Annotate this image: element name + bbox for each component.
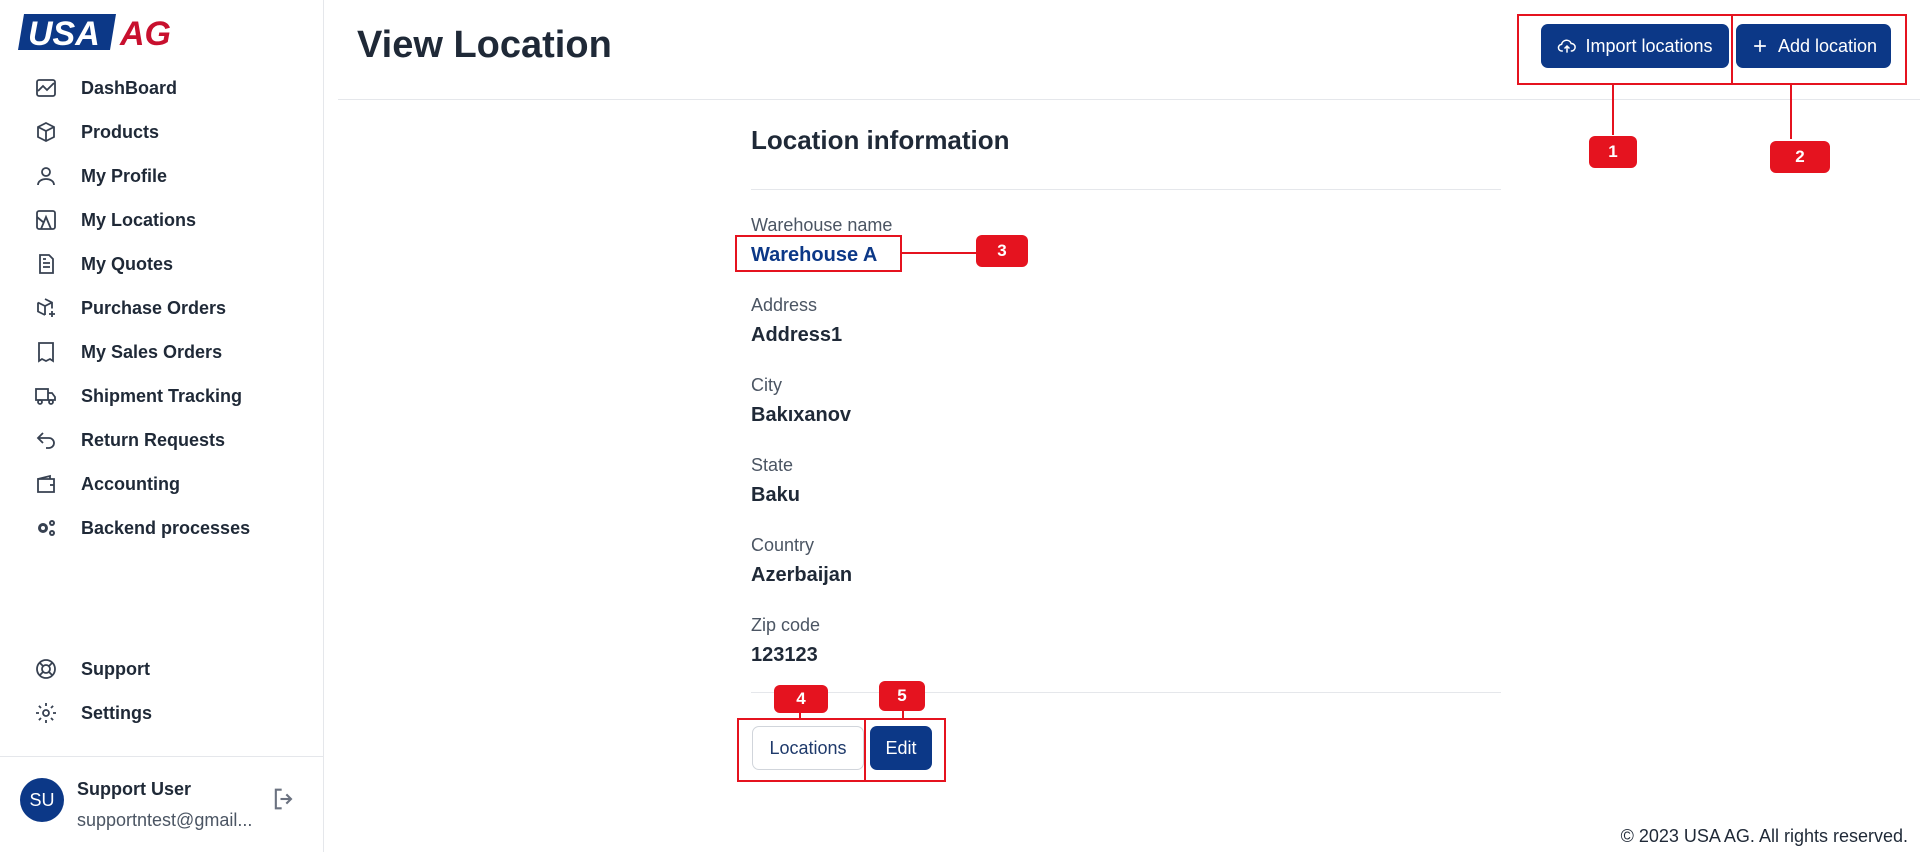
annotation-badge-5: 5 [879,681,925,711]
sidebar-item-label: Purchase Orders [81,297,227,318]
annotation-box-2 [1731,14,1907,85]
state-value: Baku [751,484,800,506]
chart-line-icon [33,75,59,101]
sidebar-item-my-profile[interactable]: My Profile [0,154,324,198]
annotation-box-1 [1517,14,1733,85]
sidebar-item-label: Return Requests [81,429,226,450]
city-label: City [751,375,782,395]
sidebar-item-label: Support [81,658,150,679]
user-panel: SU Support User supportntest@gmail... [0,756,324,852]
sidebar-item-return-requests[interactable]: Return Requests [0,418,324,462]
logout-icon[interactable] [270,785,298,813]
annotation-line-2 [1790,85,1792,139]
sidebar-item-backend-processes[interactable]: Backend processes [0,506,324,550]
address-value: Address1 [751,324,843,346]
sidebar-item-purchase-orders[interactable]: Purchase Orders [0,286,324,330]
header-divider [338,99,1920,100]
annotation-badge-1: 1 [1589,136,1637,168]
user-name: Support User [77,779,192,799]
warehouse-name-label: Warehouse name [751,215,893,235]
map-icon [33,207,59,233]
annotation-badge-3: 3 [976,235,1028,267]
avatar[interactable]: SU [20,778,64,822]
sidebar-item-products[interactable]: Products [0,110,324,154]
annotation-box-4 [737,718,866,782]
sidebar-item-label: Backend processes [81,517,251,538]
section-title: Location information [751,125,1010,155]
annotation-line-3 [902,252,976,254]
sidebar-item-my-quotes[interactable]: My Quotes [0,242,324,286]
box-icon [33,119,59,145]
app-root: USA AG DashBoard Products My Profile My … [0,0,1920,852]
logo-text-ag: AG [119,15,171,52]
annotation-badge-4: 4 [774,685,828,713]
section-divider-top [751,189,1501,190]
zip-code-label: Zip code [751,615,821,635]
sidebar-nav: DashBoard Products My Profile My Locatio… [0,66,324,550]
annotation-box-3 [735,235,902,272]
undo-icon [33,427,59,453]
annotation-line-1 [1612,85,1614,135]
page-title: View Location [357,24,612,66]
zip-code-value: 123123 [751,644,818,666]
sidebar-item-settings[interactable]: Settings [0,691,324,735]
sidebar-item-label: My Quotes [81,253,174,274]
annotation-badge-2: 2 [1770,141,1830,173]
country-value: Azerbaijan [751,564,853,586]
sidebar-item-label: My Profile [81,165,168,186]
country-label: Country [751,535,815,555]
sidebar-item-dashboard[interactable]: DashBoard [0,66,324,110]
state-label: State [751,455,794,475]
sidebar-item-support[interactable]: Support [0,647,324,691]
user-email: supportntest@gmail... [77,810,253,830]
truck-icon [33,383,59,409]
section-divider-bottom [751,692,1501,693]
sidebar: USA AG DashBoard Products My Profile My … [0,0,324,852]
annotation-box-5 [864,718,946,782]
footer-copyright: © 2023 USA AG. All rights reserved. [1620,826,1908,846]
address-label: Address [751,295,818,315]
usa-ag-logo[interactable]: USA AG [18,12,184,52]
sidebar-item-label: DashBoard [81,77,178,98]
wallet-icon [33,471,59,497]
box-plus-icon [33,295,59,321]
sidebar-item-label: Shipment Tracking [81,385,243,406]
lifebuoy-icon [33,656,59,682]
city-value: Bakıxanov [751,404,852,426]
sidebar-item-label: Products [81,121,160,142]
sidebar-item-label: My Locations [81,209,197,230]
sidebar-bottom-nav: Support Settings [0,647,324,735]
sidebar-item-accounting[interactable]: Accounting [0,462,324,506]
gears-icon [33,515,59,541]
sidebar-item-label: Settings [81,702,153,723]
sidebar-item-label: My Sales Orders [81,341,223,362]
document-icon [33,251,59,277]
sidebar-item-shipment-tracking[interactable]: Shipment Tracking [0,374,324,418]
gear-icon [33,700,59,726]
receipt-icon [33,339,59,365]
annotation-line-5 [902,710,904,718]
sidebar-item-my-sales-orders[interactable]: My Sales Orders [0,330,324,374]
sidebar-item-label: Accounting [81,473,180,494]
sidebar-item-my-locations[interactable]: My Locations [0,198,324,242]
user-icon [33,163,59,189]
logo-text-usa: USA [28,15,100,52]
